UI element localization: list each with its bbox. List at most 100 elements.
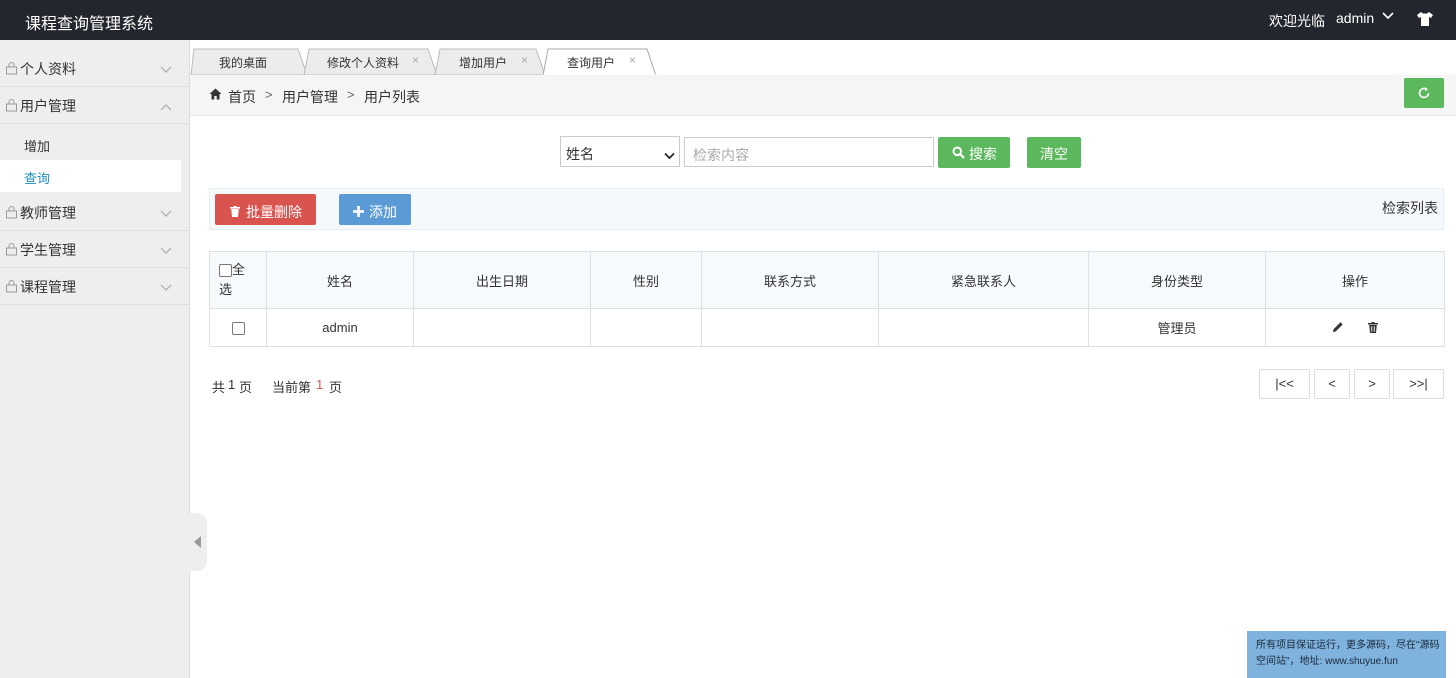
last-page-button[interactable]: >>| — [1393, 369, 1444, 399]
plus-icon — [353, 204, 364, 220]
tab-label: 增加用户 — [459, 56, 508, 70]
sidebar-item-label: 用户管理 — [20, 98, 76, 114]
watermark-notice: 所有项目保证运行，更多源码，尽在"源码空间站"，地址: www.shuyue.f… — [1247, 631, 1446, 678]
search-input[interactable]: 检索内容 — [684, 137, 934, 167]
tab-desktop[interactable]: 我的桌面 — [190, 48, 308, 75]
sidebar-item-user-management[interactable]: 用户管理 — [0, 87, 189, 124]
breadcrumb-separator: > — [265, 87, 273, 102]
search-field-value: 姓名 — [566, 146, 594, 162]
add-button[interactable]: 添加 — [339, 194, 411, 225]
breadcrumb-separator: > — [347, 87, 355, 102]
tab-label: 我的桌面 — [219, 56, 268, 70]
sidebar-item-profile[interactable]: 个人资料 — [0, 50, 189, 87]
lock-icon — [5, 242, 18, 259]
sidebar-subitem-label: 增加 — [24, 139, 51, 154]
add-label: 添加 — [369, 204, 397, 220]
chevron-down-icon — [160, 243, 172, 258]
welcome-text: 欢迎光临 — [1269, 13, 1325, 29]
shirt-icon[interactable] — [1415, 9, 1435, 32]
chevron-down-icon — [160, 206, 172, 221]
trash-icon — [230, 204, 240, 220]
sidebar-item-teacher-management[interactable]: 教师管理 — [0, 194, 189, 231]
watermark-text: 所有项目保证运行，更多源码，尽在"源码空间站"，地址: www.shuyue.f… — [1256, 640, 1440, 667]
list-title: 检索列表 — [1382, 200, 1438, 216]
tab-label: 查询用户 — [567, 56, 616, 70]
total-suffix: 页 — [239, 380, 253, 395]
cell-emergency-contact — [878, 308, 1089, 347]
column-header: 出生日期 — [413, 251, 591, 309]
close-icon[interactable]: × — [629, 53, 636, 67]
cell-actions — [1265, 308, 1445, 347]
tab-add-user[interactable]: 增加用户 × — [434, 48, 546, 75]
home-icon — [209, 88, 222, 103]
column-header: 联系方式 — [701, 251, 879, 309]
close-icon[interactable]: × — [412, 53, 419, 67]
row-select-cell — [209, 308, 267, 347]
tab-bar: 我的桌面 修改个人资料 × 增加用户 × 查询用户 × — [190, 40, 1456, 76]
sidebar-item-label: 课程管理 — [20, 279, 76, 295]
table-header-row: 全选 姓名 出生日期 性别 联系方式 紧急联系人 身份类型 操作 — [209, 251, 1445, 309]
search-field-select[interactable]: 姓名 — [560, 136, 680, 167]
cell-contact — [701, 308, 879, 347]
search-button[interactable]: 搜索 — [938, 137, 1010, 168]
sidebar-subitem-add[interactable]: 增加 — [0, 128, 181, 160]
lock-icon — [5, 61, 18, 78]
first-page-button[interactable]: |<< — [1259, 369, 1310, 399]
sidebar: 个人资料 用户管理 增加 查询 教师管理 学生管理 课程管理 — [0, 40, 190, 678]
select-all-checkbox[interactable] — [219, 264, 232, 278]
column-header: 身份类型 — [1088, 251, 1266, 309]
total-prefix: 共 — [212, 380, 226, 395]
breadcrumb: 首页 > 用户管理 > 用户列表 — [190, 75, 1456, 116]
next-page-button[interactable]: > — [1354, 369, 1390, 399]
pencil-icon[interactable] — [1332, 321, 1344, 336]
top-bar: 课程查询管理系统 欢迎光临 admin — [0, 0, 1456, 40]
trash-icon[interactable] — [1367, 321, 1378, 336]
sidebar-item-student-management[interactable]: 学生管理 — [0, 231, 189, 268]
search-placeholder: 检索内容 — [693, 147, 749, 163]
cell-role: 管理员 — [1088, 308, 1266, 347]
refresh-icon — [1418, 87, 1430, 99]
tab-label: 修改个人资料 — [327, 56, 400, 70]
user-menu[interactable]: admin — [1336, 10, 1374, 26]
breadcrumb-user-list: 用户列表 — [364, 89, 420, 105]
tab-edit-profile[interactable]: 修改个人资料 × — [303, 48, 438, 75]
breadcrumb-user-management[interactable]: 用户管理 — [282, 87, 338, 107]
row-checkbox[interactable] — [231, 322, 245, 336]
column-header: 操作 — [1265, 251, 1445, 309]
cell-birth-date — [413, 308, 591, 347]
sidebar-subitem-label: 查询 — [24, 171, 51, 186]
clear-button-label: 清空 — [1040, 146, 1068, 162]
column-header: 性别 — [590, 251, 702, 309]
sidebar-item-label: 个人资料 — [20, 61, 76, 77]
column-header: 姓名 — [266, 251, 414, 309]
current-suffix: 页 — [329, 380, 343, 395]
search-button-label: 搜索 — [969, 146, 997, 162]
lock-icon — [5, 98, 18, 115]
clear-button[interactable]: 清空 — [1027, 137, 1081, 168]
lock-icon — [5, 279, 18, 296]
caret-left-icon — [194, 536, 201, 548]
table-toolbar: 批量删除 添加 检索列表 — [209, 188, 1444, 230]
batch-delete-button[interactable]: 批量删除 — [215, 194, 316, 225]
tab-query-user[interactable]: 查询用户 × — [542, 48, 657, 76]
chevron-down-icon[interactable] — [1382, 10, 1394, 25]
chevron-down-icon — [160, 62, 172, 77]
chevron-down-icon — [160, 280, 172, 295]
sidebar-collapse-handle[interactable] — [189, 513, 207, 571]
lock-icon — [5, 205, 18, 222]
sidebar-subitem-query[interactable]: 查询 — [0, 160, 181, 192]
cell-name: admin — [266, 308, 414, 347]
current-prefix: 当前第 — [272, 380, 312, 395]
chevron-down-icon — [664, 147, 675, 163]
breadcrumb-home[interactable]: 首页 — [228, 87, 256, 107]
current-page: 1 — [316, 377, 324, 392]
table-row: admin 管理员 — [209, 308, 1445, 347]
app-title: 课程查询管理系统 — [25, 16, 154, 33]
prev-page-button[interactable]: < — [1314, 369, 1350, 399]
refresh-button[interactable] — [1404, 78, 1444, 108]
sidebar-item-course-management[interactable]: 课程管理 — [0, 268, 189, 305]
user-table: 全选 姓名 出生日期 性别 联系方式 紧急联系人 身份类型 操作 admin 管… — [209, 251, 1445, 347]
sidebar-item-label: 教师管理 — [20, 205, 76, 221]
close-icon[interactable]: × — [521, 53, 528, 67]
select-all-cell: 全选 — [209, 251, 267, 309]
